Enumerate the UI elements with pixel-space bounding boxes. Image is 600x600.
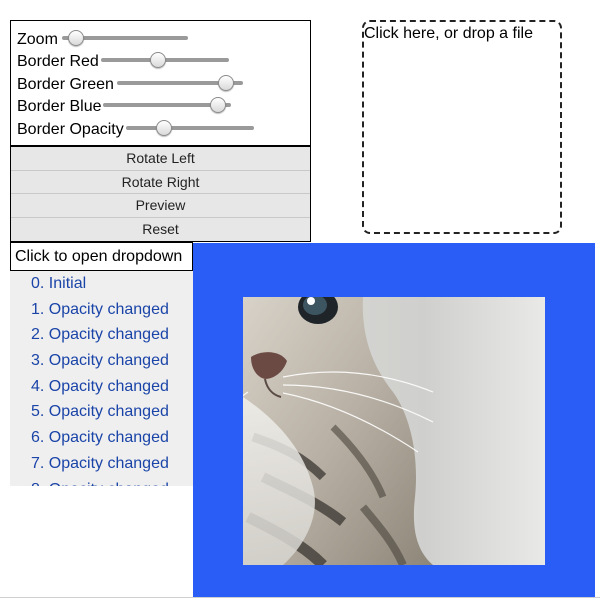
border-green-slider-handle[interactable]	[217, 75, 234, 91]
preview-button[interactable]: Preview	[11, 194, 310, 218]
history-item[interactable]: 6. Opacity changed	[10, 425, 193, 451]
border-opacity-label: Border Opacity	[17, 121, 124, 138]
drop-zone-text: Click here, or drop a file	[364, 25, 533, 42]
border-green-slider[interactable]	[117, 75, 243, 91]
zoom-label: Zoom	[17, 31, 58, 48]
border-blue-label: Border Blue	[17, 98, 102, 115]
border-red-slider[interactable]	[101, 52, 229, 68]
rotate-left-button[interactable]: Rotate Left	[11, 147, 310, 171]
border-opacity-slider-handle[interactable]	[155, 120, 172, 136]
image-preview-frame	[193, 243, 595, 597]
history-item[interactable]: 1. Opacity changed	[10, 297, 193, 323]
border-blue-slider-handle[interactable]	[210, 97, 227, 113]
reset-button[interactable]: Reset	[11, 217, 310, 241]
history-item[interactable]: 0. Initial	[10, 271, 193, 297]
button-stack: Rotate Left Rotate Right Preview Reset	[10, 146, 311, 242]
bottom-divider	[0, 597, 600, 598]
border-blue-slider-row: Border Blue	[17, 96, 102, 118]
border-red-slider-handle[interactable]	[150, 52, 167, 68]
border-red-slider-row: Border Red	[17, 51, 99, 73]
history-item[interactable]: 4. Opacity changed	[10, 374, 193, 400]
history-item[interactable]: 2. Opacity changed	[10, 322, 193, 348]
history-list: 0. Initial 1. Opacity changed 2. Opacity…	[10, 271, 193, 486]
kitten-photo-icon	[243, 297, 434, 565]
history-item[interactable]: 7. Opacity changed	[10, 451, 193, 477]
kitten-photo	[243, 297, 545, 565]
border-green-slider-row: Border Green	[17, 74, 114, 96]
border-opacity-slider-row: Border Opacity	[17, 119, 124, 141]
history-item[interactable]: 3. Opacity changed	[10, 348, 193, 374]
history-item[interactable]: 8. Opacity changed	[10, 477, 193, 487]
file-drop-zone[interactable]: Click here, or drop a file	[362, 20, 562, 234]
history-panel: 0. Initial 1. Opacity changed 2. Opacity…	[10, 271, 193, 486]
zoom-slider[interactable]	[62, 30, 188, 46]
border-green-label: Border Green	[17, 76, 114, 93]
history-dropdown-toggle[interactable]: Click to open dropdown	[10, 242, 193, 271]
history-item[interactable]: 5. Opacity changed	[10, 399, 193, 425]
zoom-slider-row: Zoom	[17, 29, 58, 51]
rotate-right-button[interactable]: Rotate Right	[11, 170, 310, 194]
zoom-slider-handle[interactable]	[67, 30, 84, 46]
border-opacity-slider[interactable]	[126, 120, 254, 136]
border-red-label: Border Red	[17, 53, 99, 70]
slider-panel: Zoom Border Red Border Green Border Blue…	[10, 20, 311, 146]
dropdown-label: Click to open dropdown	[15, 248, 183, 265]
border-blue-slider[interactable]	[103, 97, 231, 113]
